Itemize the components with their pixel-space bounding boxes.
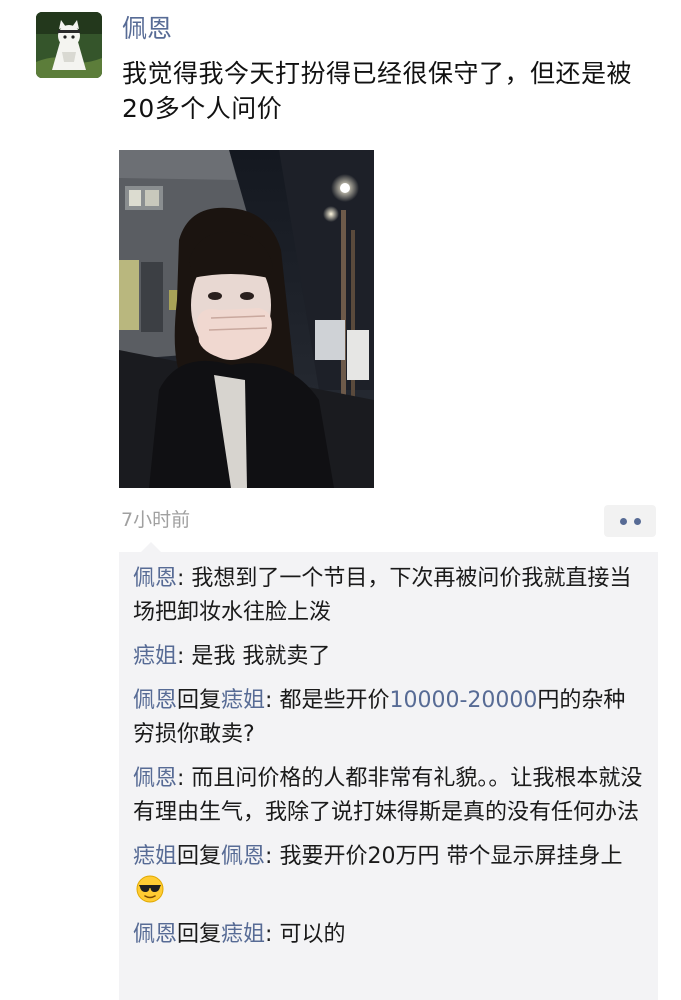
avatar[interactable] [36, 12, 102, 78]
post-photo[interactable] [119, 150, 374, 488]
comment-author[interactable]: 佩恩 [133, 922, 177, 947]
post-text: 我觉得我今天打扮得已经很保守了，但还是被20多个人问价 [122, 59, 633, 123]
comment-separator: : [265, 688, 280, 713]
price-range-text: 10000-20000 [389, 688, 538, 713]
comment-author[interactable]: 痣姐 [133, 844, 177, 869]
cartoon-cat-avatar-icon [36, 12, 102, 78]
comment-author[interactable]: 佩恩 [133, 688, 177, 713]
selfie-photo-image [119, 150, 374, 488]
comment-item[interactable]: 痣姐回复佩恩: 我要开价20万円 带个显示屏挂身上 [133, 840, 644, 908]
comment-separator: : [177, 644, 192, 669]
comment-text: 是我 我就卖了 [191, 644, 331, 669]
comment-separator: : [177, 566, 192, 591]
reply-word: 回复 [177, 922, 222, 947]
comment-item[interactable]: 佩恩: 我想到了一个节目，下次再被问价我就直接当场把卸妆水往脸上泼 [133, 562, 644, 630]
post-author-name[interactable]: 佩恩 [122, 10, 172, 48]
comment-item[interactable]: 佩恩回复痣姐: 都是些开价10000-20000円的杂种穷损你敢卖? [133, 684, 644, 752]
comment-separator: : [177, 766, 192, 791]
comment-section: 佩恩: 我想到了一个节目，下次再被问价我就直接当场把卸妆水往脸上泼 痣姐: 是我… [119, 542, 658, 1000]
comment-text: 我要开价20万円 带个显示屏挂身上 [279, 844, 623, 869]
sunglasses-face-emoji-icon [135, 874, 165, 904]
moments-post: 佩恩 我觉得我今天打扮得已经很保守了，但还是被20多个人问价 7小时前 佩恩: … [0, 0, 681, 1000]
comment-author[interactable]: 痣姐 [133, 644, 177, 669]
comment-text: 可以的 [279, 922, 346, 947]
comment-text: 都是些开价 [279, 688, 390, 713]
comment-author[interactable]: 佩恩 [133, 566, 177, 591]
post-timestamp: 7小时前 [121, 509, 191, 531]
more-options-button[interactable] [604, 505, 656, 537]
reply-target-name[interactable]: 痣姐 [221, 688, 265, 713]
reply-target-name[interactable]: 佩恩 [221, 844, 265, 869]
comment-separator: : [265, 844, 280, 869]
comment-item[interactable]: 痣姐: 是我 我就卖了 [133, 640, 644, 674]
comment-item[interactable]: 佩恩: 而且问价格的人都非常有礼貌。。让我根本就没有理由生气，我除了说打妹得斯是… [133, 762, 644, 830]
reply-word: 回复 [177, 688, 222, 713]
comment-item[interactable]: 佩恩回复痣姐: 可以的 [133, 918, 644, 952]
comment-text: 而且问价格的人都非常有礼貌。。让我根本就没有理由生气，我除了说打妹得斯是真的没有… [133, 766, 643, 825]
comment-separator: : [265, 922, 280, 947]
reply-target-name[interactable]: 痣姐 [221, 922, 265, 947]
comment-author[interactable]: 佩恩 [133, 766, 177, 791]
more-dots-icon [633, 517, 641, 525]
reply-word: 回复 [177, 844, 222, 869]
comment-text: 我想到了一个节目，下次再被问价我就直接当场把卸妆水往脸上泼 [133, 566, 632, 625]
more-dots-icon [619, 517, 627, 525]
